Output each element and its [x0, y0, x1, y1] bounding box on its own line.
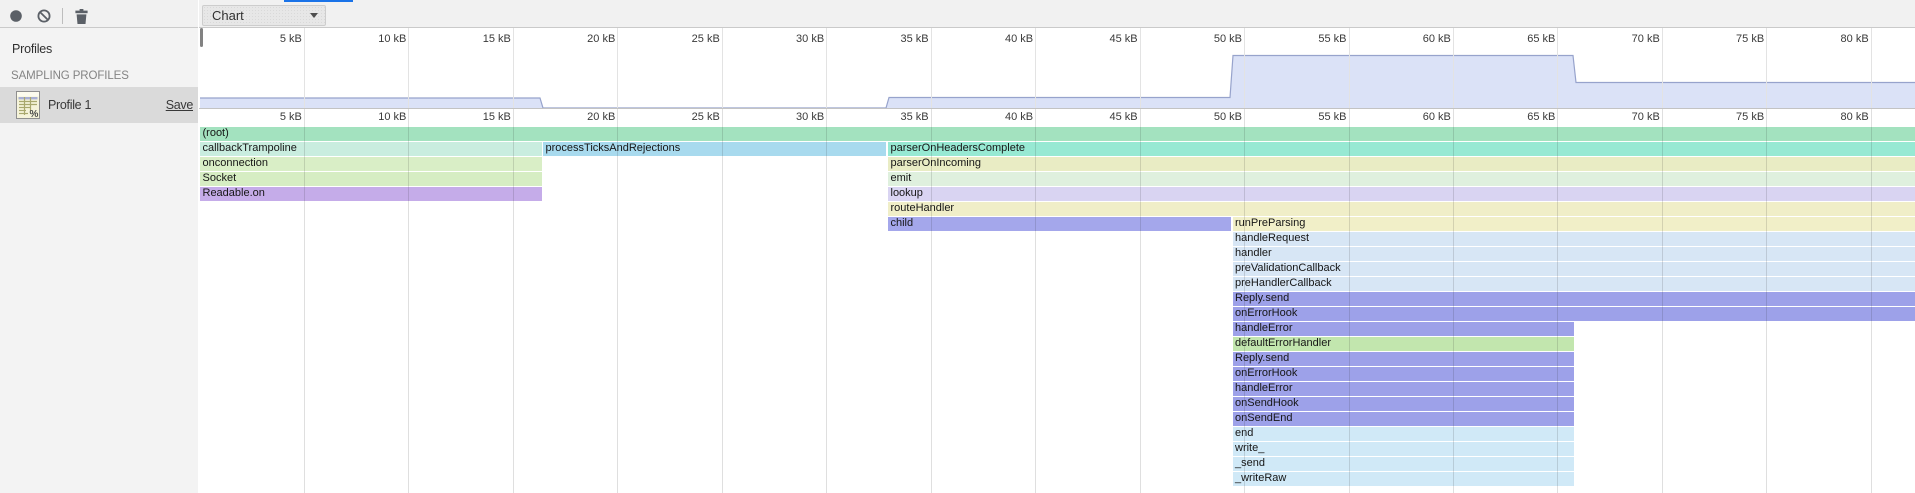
- svg-text:%: %: [30, 109, 39, 119]
